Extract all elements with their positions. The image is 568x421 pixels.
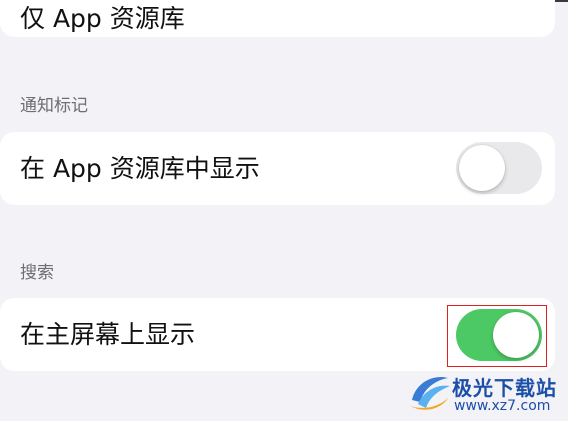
settings-card-app-library: 仅 App 资源库 [0, 0, 555, 37]
watermark-site-name: 极光下载站 [452, 376, 557, 400]
watermark-url: www.xz7.com [454, 398, 551, 414]
row-label-show-on-home-screen: 在主屏幕上显示 [20, 320, 196, 349]
aurora-logo-icon [410, 376, 450, 410]
toggle-knob [459, 145, 505, 191]
row-label-show-in-app-library: 在 App 资源库中显示 [20, 154, 260, 183]
watermark: 极光下载站 www.xz7.com [408, 368, 568, 418]
section-header-search: 搜索 [20, 263, 54, 283]
section-header-notification-badges: 通知标记 [20, 96, 88, 116]
settings-card-notification-badges: 在 App 资源库中显示 [0, 132, 555, 205]
toggle-show-in-app-library[interactable] [456, 142, 542, 194]
row-label-app-library-only[interactable]: 仅 App 资源库 [20, 6, 185, 31]
red-highlight-box [447, 305, 547, 367]
